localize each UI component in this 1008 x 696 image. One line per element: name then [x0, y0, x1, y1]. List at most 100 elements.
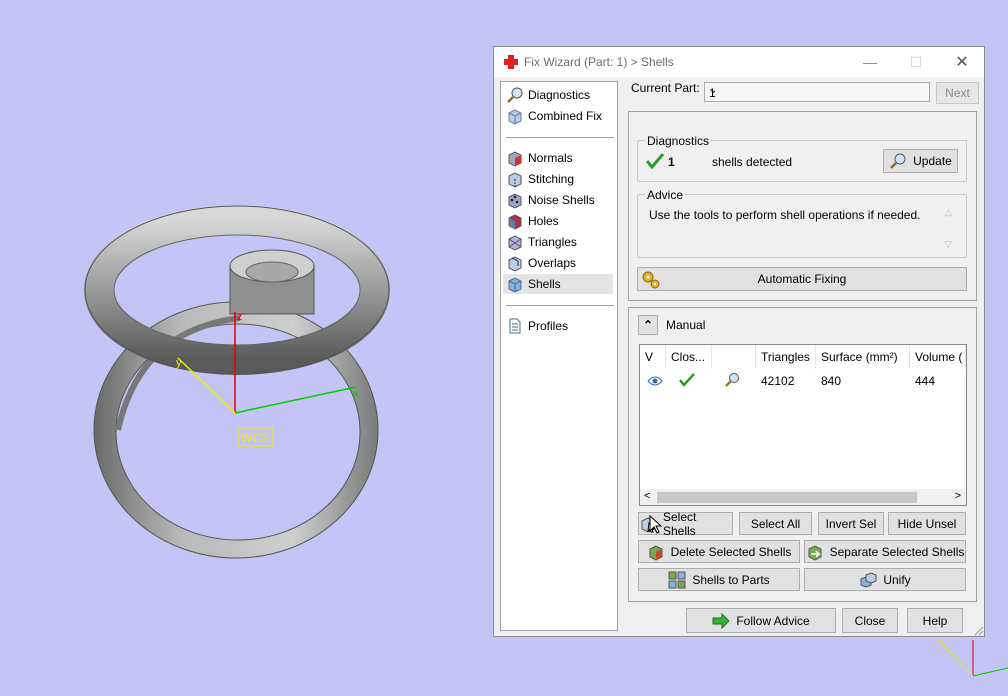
- sidebar-item-label: Normals: [528, 151, 573, 165]
- sidebar-item-label: Combined Fix: [528, 109, 603, 123]
- follow-advice-button[interactable]: Follow Advice: [686, 608, 836, 633]
- sidebar-item-label: Triangles: [528, 235, 577, 249]
- noise-shells-icon: [508, 193, 522, 209]
- unify-label: Unify: [883, 572, 911, 587]
- select-shells-label: Select Shells: [663, 509, 697, 538]
- separate-selected-shells-button[interactable]: Separate Selected Shells: [804, 540, 966, 563]
- sidebar: Diagnostics Combined Fix Normals Stitchi…: [500, 81, 618, 631]
- sidebar-item-stitching[interactable]: Stitching: [503, 169, 613, 189]
- horizontal-scrollbar[interactable]: < >: [640, 489, 966, 505]
- sidebar-item-label: Holes: [528, 214, 559, 228]
- unify-button[interactable]: Unify: [804, 568, 966, 591]
- close-button[interactable]: Close: [842, 608, 898, 633]
- select-all-button[interactable]: Select All: [739, 512, 812, 535]
- check-icon: [679, 373, 695, 387]
- triangles-cube-icon: [508, 235, 522, 251]
- shells-detected-text: shells detected: [712, 155, 793, 169]
- stitching-cube-icon: [508, 172, 522, 188]
- column-header-triangles[interactable]: Triangles: [756, 345, 816, 369]
- magnifier-icon: [507, 87, 523, 103]
- shell-count: 1: [668, 155, 675, 169]
- cube-icon: [508, 109, 522, 125]
- shells-to-parts-button[interactable]: Shells to Parts: [638, 568, 800, 591]
- column-header-inspect[interactable]: [712, 345, 756, 369]
- sidebar-item-profiles[interactable]: Profiles: [503, 316, 613, 336]
- chevron-up-icon[interactable]: △: [945, 207, 952, 218]
- manual-title: Manual: [666, 318, 706, 332]
- ring-model[interactable]: [84, 205, 390, 559]
- chevron-down-icon[interactable]: ▽: [945, 239, 952, 250]
- column-header-volume[interactable]: Volume (: [910, 345, 966, 369]
- corner-axes: [937, 639, 1008, 677]
- next-button[interactable]: Next: [936, 82, 979, 104]
- cell-triangles: 42102: [761, 374, 795, 388]
- sidebar-item-triangles[interactable]: Triangles: [503, 232, 613, 252]
- close-window-button[interactable]: ✕: [939, 47, 985, 77]
- sidebar-item-label: Shells: [528, 277, 561, 291]
- shells-to-parts-label: Shells to Parts: [692, 572, 770, 587]
- sidebar-item-overlaps[interactable]: Overlaps: [503, 253, 613, 273]
- axis-z-label: z: [237, 311, 243, 323]
- normals-cube-icon: [508, 151, 522, 167]
- advice-title: Advice: [645, 188, 686, 202]
- collapse-manual-button[interactable]: ⌃: [638, 315, 658, 335]
- update-button[interactable]: Update: [883, 149, 958, 173]
- scroll-left-arrow[interactable]: <: [644, 490, 650, 502]
- magnifier-icon: [890, 153, 906, 169]
- invert-selection-button[interactable]: Invert Sel: [818, 512, 884, 535]
- shells-cube-icon: [508, 277, 522, 293]
- sidebar-item-label: Diagnostics: [528, 88, 591, 102]
- separate-selected-shells-label: Separate Selected Shells: [829, 544, 965, 559]
- title-bar[interactable]: Fix Wizard (Part: 1) > Shells — ☐ ✕: [494, 47, 984, 77]
- fix-wizard-window: Fix Wizard (Part: 1) > Shells — ☐ ✕ Diag…: [493, 46, 985, 637]
- automatic-fixing-button[interactable]: Automatic Fixing: [637, 267, 967, 291]
- update-label: Update: [913, 154, 952, 168]
- advice-group: Advice Use the tools to perform shell op…: [637, 188, 967, 258]
- red-cross-icon: [504, 55, 518, 69]
- sidebar-item-holes[interactable]: Holes: [503, 211, 613, 231]
- delete-shell-icon: [649, 544, 663, 561]
- sidebar-item-noise-shells[interactable]: Noise Shells: [503, 190, 613, 210]
- overlaps-cube-icon: [508, 256, 522, 272]
- chevron-down-icon: ⌄: [709, 85, 718, 96]
- maximize-button[interactable]: ☐: [893, 47, 939, 77]
- gears-icon: [642, 271, 660, 289]
- sidebar-item-combined-fix[interactable]: Combined Fix: [503, 106, 613, 126]
- hide-unselected-button[interactable]: Hide Unsel: [888, 512, 966, 535]
- axis-x-label: x: [353, 388, 359, 400]
- check-icon: [646, 153, 664, 169]
- shells-table: V Clos... Triangles Surface (mm²) Volume…: [639, 344, 967, 506]
- column-header-visible[interactable]: V: [640, 345, 666, 369]
- sidebar-item-shells[interactable]: Shells: [503, 274, 613, 294]
- arrow-right-icon: [712, 612, 731, 629]
- sidebar-item-label: Profiles: [528, 319, 569, 333]
- diagnostics-title: Diagnostics: [645, 134, 712, 148]
- resize-grip-icon[interactable]: [972, 624, 984, 636]
- scroll-right-arrow[interactable]: >: [955, 490, 961, 502]
- eye-icon[interactable]: [647, 375, 663, 387]
- column-header-surface[interactable]: Surface (mm²): [816, 345, 910, 369]
- scrollbar-thumb[interactable]: [657, 492, 917, 503]
- column-header-closed[interactable]: Clos...: [666, 345, 712, 369]
- shells-to-parts-icon: [668, 571, 686, 588]
- sidebar-divider: [506, 305, 614, 306]
- follow-advice-label: Follow Advice: [736, 613, 810, 628]
- sidebar-item-normals[interactable]: Normals: [503, 148, 613, 168]
- magnifier-icon[interactable]: [724, 372, 740, 388]
- current-part-label: Current Part:: [631, 81, 700, 95]
- holes-cube-icon: [508, 214, 522, 230]
- document-icon: [509, 318, 521, 334]
- cell-surface: 840: [821, 374, 842, 388]
- minimize-button[interactable]: —: [847, 47, 893, 77]
- sidebar-item-label: Stitching: [528, 172, 575, 186]
- window-title: Fix Wizard (Part: 1) > Shells: [524, 55, 674, 69]
- unify-cubes-icon: [860, 571, 877, 588]
- help-button[interactable]: Help: [907, 608, 963, 633]
- sidebar-item-diagnostics[interactable]: Diagnostics: [503, 85, 613, 105]
- sidebar-item-label: Overlaps: [528, 256, 577, 270]
- current-part-select[interactable]: 1 ⌄: [704, 82, 930, 102]
- automatic-fixing-label: Automatic Fixing: [757, 272, 847, 286]
- sidebar-item-label: Noise Shells: [528, 193, 595, 207]
- diagnostics-group: Diagnostics 1 shells detected Update: [637, 134, 967, 182]
- delete-selected-shells-button[interactable]: Delete Selected Shells: [638, 540, 800, 563]
